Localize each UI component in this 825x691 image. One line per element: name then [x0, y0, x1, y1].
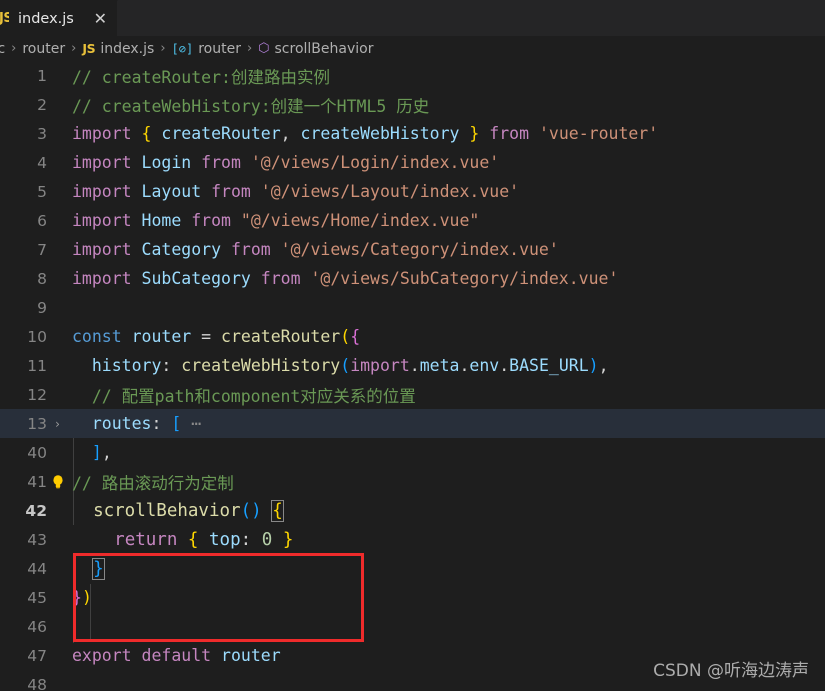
breadcrumb-item-src[interactable]: rc [0, 41, 5, 57]
line-number: 11 [27, 356, 47, 375]
breadcrumb-item-router-folder[interactable]: router [22, 41, 65, 57]
line-content: const router = createRouter({ [72, 327, 361, 346]
line-content: import Layout from '@/views/Layout/index… [72, 182, 520, 201]
line-content: import Home from "@/views/Home/index.vue… [72, 211, 480, 230]
line-number: 44 [27, 559, 47, 578]
breadcrumb-item-router-symbol[interactable]: router [198, 41, 241, 57]
code-line[interactable]: 5 import Layout from '@/views/Layout/ind… [0, 177, 825, 206]
chevron-right-icon[interactable]: › [47, 417, 68, 431]
line-number: 48 [27, 675, 47, 691]
line-content: // createRouter:创建路由实例 [68, 64, 825, 88]
comment-token: // createWebHistory:创建一个HTML5 历史 [72, 96, 430, 116]
javascript-file-icon: JS [82, 41, 96, 56]
code-line[interactable]: 4 import Login from '@/views/Login/index… [0, 148, 825, 177]
line-number: 4 [37, 153, 47, 172]
line-number: 2 [37, 95, 47, 114]
matching-bracket: } [92, 557, 105, 580]
comment-token: // createRouter:创建路由实例 [72, 67, 330, 87]
line-content: ], [91, 443, 112, 462]
tab-label: index.js [18, 10, 74, 27]
close-icon[interactable]: ✕ [94, 10, 107, 27]
line-content: routes: [ ⋯ [91, 414, 202, 433]
line-content: return { top: 0 } [114, 529, 294, 550]
lightbulb-icon[interactable] [47, 474, 68, 490]
line-content: // 配置path和component对应关系的位置 [68, 383, 825, 407]
code-line[interactable]: 9 [0, 293, 825, 322]
line-content: }) [72, 588, 92, 607]
line-number: 7 [37, 240, 47, 259]
line-number: 47 [27, 646, 47, 665]
editor-tab-bar: JS index.js ✕ [0, 0, 825, 36]
code-line[interactable]: 8 import SubCategory from '@/views/SubCa… [0, 264, 825, 293]
breadcrumb-item-scrollbehavior[interactable]: scrollBehavior [275, 41, 374, 57]
line-number: 12 [27, 385, 47, 404]
comment-token: // 配置path和component对应关系的位置 [72, 386, 416, 406]
line-content: // 路由滚动行为定制 [68, 470, 825, 494]
line-number: 5 [37, 182, 47, 201]
breadcrumb-separator: › [160, 41, 166, 56]
line-number: 43 [27, 530, 47, 549]
lightbulb-glyph [52, 474, 63, 488]
object-symbol-icon: [⊘] [171, 41, 194, 56]
line-content: history: createWebHistory(import.meta.en… [91, 356, 609, 375]
code-line[interactable]: 43 return { top: 0 } [0, 525, 825, 554]
code-editor[interactable]: 1 // createRouter:创建路由实例 2 // createWebH… [0, 61, 825, 691]
line-content: import { createRouter, createWebHistory … [72, 124, 659, 143]
line-number: 42 [25, 501, 47, 520]
line-number: 8 [37, 269, 47, 288]
line-number: 6 [37, 211, 47, 230]
line-number: 3 [37, 124, 47, 143]
breadcrumb-separator: › [11, 41, 17, 56]
line-number: 1 [37, 66, 47, 85]
line-content: import Category from '@/views/Category/i… [72, 240, 559, 259]
code-line[interactable]: 10 const router = createRouter({ [0, 322, 825, 351]
code-line[interactable]: 7 import Category from '@/views/Category… [0, 235, 825, 264]
line-content: scrollBehavior() { [93, 499, 284, 522]
line-content: import SubCategory from '@/views/SubCate… [72, 269, 619, 288]
code-line[interactable]: 11 history: createWebHistory(import.meta… [0, 351, 825, 380]
cube-symbol-icon: ⬡ [258, 41, 270, 56]
comment-token: // 路由滚动行为定制 [72, 473, 234, 493]
tab-bar-empty-area [118, 0, 825, 36]
line-number: 41 [27, 472, 47, 491]
code-line[interactable]: 46 [0, 612, 825, 641]
line-content: // createWebHistory:创建一个HTML5 历史 [68, 93, 825, 117]
code-line[interactable]: 12 // 配置path和component对应关系的位置 [0, 380, 825, 409]
breadcrumb-item-index-js[interactable]: index.js [100, 41, 154, 57]
code-line[interactable]: 3 import { createRouter, createWebHistor… [0, 119, 825, 148]
line-content: import Login from '@/views/Login/index.v… [72, 153, 500, 172]
code-line[interactable]: 1 // createRouter:创建路由实例 [0, 61, 825, 90]
line-number: 46 [27, 617, 47, 636]
line-number: 45 [27, 588, 47, 607]
line-number: 40 [27, 443, 47, 462]
line-number: 9 [37, 298, 47, 317]
code-line[interactable]: 41 // 路由滚动行为定制 [0, 467, 825, 496]
code-line[interactable]: 2 // createWebHistory:创建一个HTML5 历史 [0, 90, 825, 119]
code-line[interactable]: 40 ], [0, 438, 825, 467]
javascript-file-icon: JS [0, 11, 9, 26]
line-number: 10 [27, 327, 47, 346]
watermark: CSDN @听海边涛声 [653, 661, 809, 681]
breadcrumb: rc › router › JS index.js › [⊘] router ›… [0, 36, 825, 61]
tab-index-js[interactable]: JS index.js ✕ [0, 0, 118, 36]
code-line[interactable]: 6 import Home from "@/views/Home/index.v… [0, 206, 825, 235]
line-number: 13 [27, 414, 47, 433]
code-line-folded[interactable]: 13 › routes: [ ⋯ [0, 409, 825, 438]
code-line-current[interactable]: 42 scrollBehavior() { [0, 496, 825, 525]
breadcrumb-separator: › [71, 41, 77, 56]
code-line[interactable]: 44 } [0, 554, 825, 583]
line-content: } [68, 557, 825, 580]
breadcrumb-separator: › [246, 41, 253, 56]
code-line[interactable]: 45 }) [0, 583, 825, 612]
matching-bracket: { [271, 499, 284, 522]
